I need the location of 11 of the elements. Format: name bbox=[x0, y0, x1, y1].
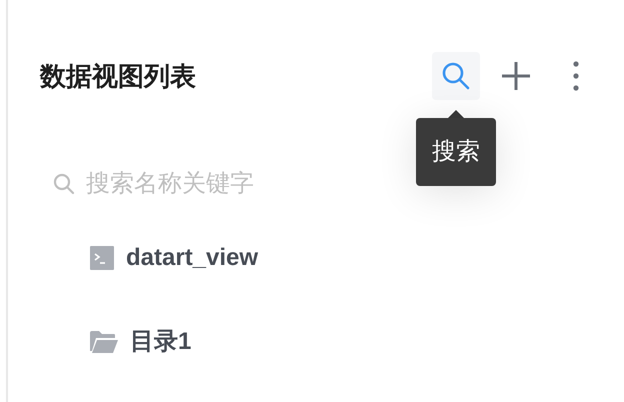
more-icon bbox=[573, 61, 579, 91]
search-icon bbox=[440, 60, 472, 92]
tree-item[interactable]: datart_view bbox=[126, 240, 258, 276]
search-button[interactable] bbox=[432, 52, 480, 100]
tree-item[interactable]: 目录1 bbox=[130, 324, 192, 360]
terminal-icon bbox=[90, 246, 114, 270]
folder-icon bbox=[90, 331, 118, 353]
tooltip: 搜索 bbox=[416, 118, 496, 186]
panel-title: 数据视图列表 bbox=[40, 60, 197, 92]
plus-icon bbox=[501, 61, 531, 91]
search-icon bbox=[52, 172, 76, 196]
